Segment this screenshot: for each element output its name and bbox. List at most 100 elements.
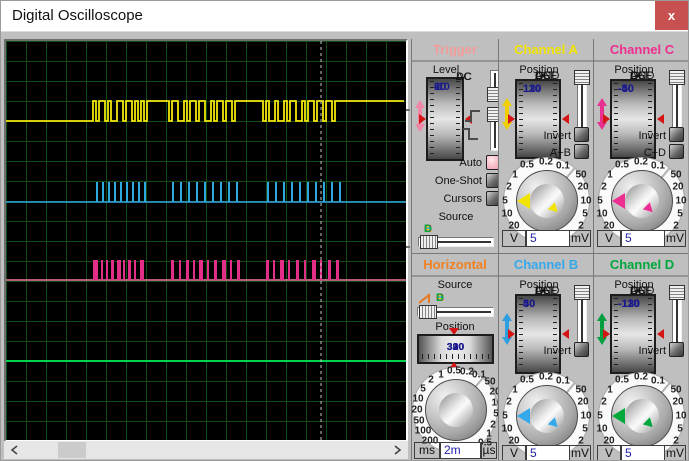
time-knob-area: 1 0.5 0.2 0.1 2 50 5 20 10 10 20 5 50 2 100 1 200 0.5 [411, 365, 503, 453]
rising-edge-icon[interactable] [464, 109, 481, 123]
channel-b-trace-pulse [126, 182, 128, 202]
channel-b-invert-label: Invert [543, 345, 571, 357]
channel-d-scale-pointer-icon [612, 408, 625, 424]
time-scale-tick-label: 0.5 [447, 365, 461, 377]
channel-b-trace-pulse [291, 182, 293, 202]
channel-c-scale-value-box[interactable]: 5 [621, 230, 665, 247]
trigger-level-value: 10 [434, 81, 447, 93]
auto-label: Auto [459, 157, 482, 169]
timebase-value-box[interactable]: 2m [440, 442, 481, 459]
channel-c-trace-pulse [312, 260, 316, 280]
channel-d-scale-tick-label: 0.5 [615, 374, 629, 386]
channel-a-scale-value-box[interactable]: 5 [526, 230, 570, 247]
horizontal-position-dial[interactable]: 330 320 310 300 [417, 334, 494, 364]
channel-b-trace-pulse [339, 182, 341, 202]
channel-d-invert-button[interactable] [669, 342, 684, 357]
channel-a-position-value: 130 [523, 83, 542, 95]
channel-c-trace-pulse [304, 260, 306, 280]
screen-side-mark [406, 109, 410, 111]
channel-a-coupling-switch-knob[interactable] [574, 70, 590, 85]
channel-d-position-dial[interactable]: -130 -120 -110 [610, 294, 656, 374]
channel-a-scale-knob-cap[interactable] [530, 184, 564, 218]
channel-d-scale-tick-label: 1 [607, 384, 613, 396]
channel-d-position-marker-right-icon [657, 329, 664, 339]
channel-b-trace-pulse [180, 182, 182, 202]
channel-b-trace-pulse [228, 182, 230, 202]
channel-d-scale-tick-label: 5 [677, 423, 683, 435]
channel-d-scale-tick-label: 5 [597, 410, 603, 422]
channel-c-trace-pulse [296, 260, 299, 280]
time-scale-tick-label: 10 [412, 393, 424, 405]
channel-c-scale-knob-cap[interactable] [625, 184, 659, 218]
trigger-source-slider-knob[interactable] [420, 235, 438, 249]
time-scale-tick-label: 20 [411, 404, 423, 416]
channel-b-position-value: 50 [523, 298, 536, 310]
channel-a-scale-tick-label: 1 [512, 169, 518, 181]
channel-d-coupling-switch-knob[interactable] [669, 285, 685, 300]
channel-c-trace-pulse [93, 260, 98, 280]
channel-b-trace-pulse [323, 182, 325, 202]
channel-a-invert-button[interactable] [574, 127, 589, 142]
channel-c-trace-pulse [273, 260, 275, 280]
channel-c-title: Channel C [594, 39, 688, 62]
trigger-level-dial[interactable]: -10 0 10 [426, 77, 464, 161]
channel-d-scale-tick-label: 2 [601, 396, 607, 408]
channel-b-position-dial[interactable]: 30 40 50 [515, 294, 561, 374]
horizontal-source-slider-knob[interactable] [419, 305, 437, 319]
channel-c-scale-tick-label: 10 [596, 208, 608, 220]
channel-b-scale-knob-cap[interactable] [530, 399, 564, 433]
titlebar[interactable]: Digital Oscilloscope x [1, 1, 688, 32]
channel-a-position-marker-left-icon [508, 114, 515, 124]
channel-b-invert-button[interactable] [574, 342, 589, 357]
channel-d-scale-knob-area: 0.5 0.2 0.1 1 50 2 20 5 10 10 5 20 2 [596, 372, 687, 459]
trigger-level-marker-left-icon [419, 114, 426, 124]
channel-b-trace-pulse [315, 182, 317, 202]
channel-c-position-marker-right-icon [657, 114, 664, 124]
scrollbar-thumb[interactable] [58, 442, 86, 458]
channel-c-trace-pulse [336, 260, 339, 280]
falling-edge-icon[interactable] [462, 127, 479, 141]
channel-b-trace-pulse [102, 182, 104, 202]
channel-b-trace-pulse [267, 182, 269, 202]
channel-b-coupling-switch-knob[interactable] [574, 285, 590, 300]
channel-c-scale-tick-label: 0.2 [634, 156, 648, 168]
channel-d-invert-label: Invert [638, 345, 666, 357]
horizontal-source-label: Source [437, 279, 473, 291]
channel-d-scale-value-box[interactable]: 5 [621, 445, 665, 460]
channel-c-trace-pulse [237, 260, 240, 280]
channel-c-position-values: -50 -40 -30 [618, 83, 648, 155]
time-knob[interactable] [425, 379, 487, 441]
channel-a-scale-tick-label: 10 [501, 208, 513, 220]
oscilloscope-screen [6, 41, 406, 440]
channel-b-trace-pulse [196, 182, 198, 202]
channel-c-invert-button[interactable] [669, 127, 684, 142]
channel-d-volts-unit-label: V [597, 445, 621, 460]
close-button[interactable]: x [655, 1, 688, 30]
channel-d-scale-tick-label: 10 [675, 410, 687, 422]
channel-b-trace-pulse [212, 182, 214, 202]
scroll-right-arrow-icon[interactable] [390, 443, 404, 457]
channel-b-scale-value-box[interactable]: 5 [526, 445, 570, 460]
channel-b-trace-pulse [114, 182, 116, 202]
channel-b-trace-pulse [220, 182, 222, 202]
channel-c-scale-tick-label: 10 [675, 195, 687, 207]
channel-c-trace-pulse [171, 260, 174, 280]
channel-c-volts-unit-label: V [597, 230, 621, 247]
milliseconds-unit-label: ms [414, 442, 440, 459]
time-knob-cap[interactable] [439, 393, 473, 427]
channel-c-trace-pulse [117, 260, 121, 280]
channel-b-scale-tick-label: 10 [580, 410, 592, 422]
channel-c-trace-pulse [222, 260, 226, 280]
channel-a-scale-tick-label: 5 [502, 195, 508, 207]
channel-d-scale-knob-cap[interactable] [625, 399, 659, 433]
horizontal-scrollbar[interactable] [4, 441, 408, 459]
channel-c-invert-label: Invert [638, 130, 666, 142]
scroll-left-arrow-icon[interactable] [8, 443, 22, 457]
channel-c-trace-pulse [266, 260, 269, 280]
dial-ticks [553, 83, 557, 155]
channel-c-coupling-switch-knob[interactable] [669, 70, 685, 85]
channel-b-trace-pulse [307, 182, 309, 202]
channel-c-trace-pulse [230, 260, 232, 280]
channel-c-trace-pulse [207, 260, 209, 280]
channel-b-trace-pulse [188, 182, 190, 202]
